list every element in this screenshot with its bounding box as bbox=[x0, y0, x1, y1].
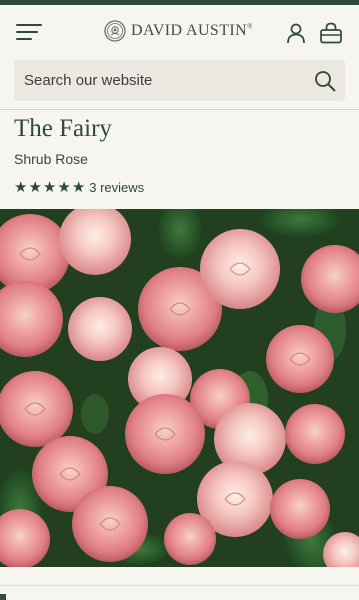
page-continuation bbox=[0, 567, 359, 600]
brand-logo[interactable]: DAVID AUSTIN® bbox=[104, 19, 253, 43]
shopping-bag-icon[interactable] bbox=[319, 22, 343, 44]
edge-marker bbox=[0, 594, 6, 600]
star-icon: ★ bbox=[57, 178, 71, 196]
search-icon[interactable] bbox=[313, 69, 337, 93]
star-rating: ★ ★ ★ ★ ★ bbox=[14, 180, 85, 195]
product-rating: ★ ★ ★ ★ ★ 3 reviews bbox=[14, 178, 144, 196]
hamburger-menu-icon[interactable] bbox=[16, 21, 42, 41]
site-header: DAVID AUSTIN® bbox=[0, 5, 359, 57]
star-icon: ★ bbox=[42, 178, 57, 196]
star-icon: ★ bbox=[28, 178, 42, 196]
brand-name: DAVID AUSTIN® bbox=[131, 22, 253, 39]
user-account-icon[interactable] bbox=[285, 22, 307, 44]
search-input[interactable] bbox=[14, 60, 294, 101]
star-icon: ★ bbox=[14, 178, 28, 196]
section-divider bbox=[0, 585, 359, 586]
product-image[interactable] bbox=[0, 209, 359, 567]
star-icon: ★ bbox=[71, 178, 86, 196]
product-type: Shrub Rose bbox=[14, 151, 88, 167]
rose-photo bbox=[0, 209, 359, 567]
search-bar bbox=[14, 60, 345, 101]
header-divider bbox=[0, 109, 359, 110]
reviews-link[interactable]: 3 reviews bbox=[89, 180, 144, 195]
rose-seal-icon bbox=[104, 20, 126, 42]
product-title: The Fairy bbox=[14, 115, 112, 142]
